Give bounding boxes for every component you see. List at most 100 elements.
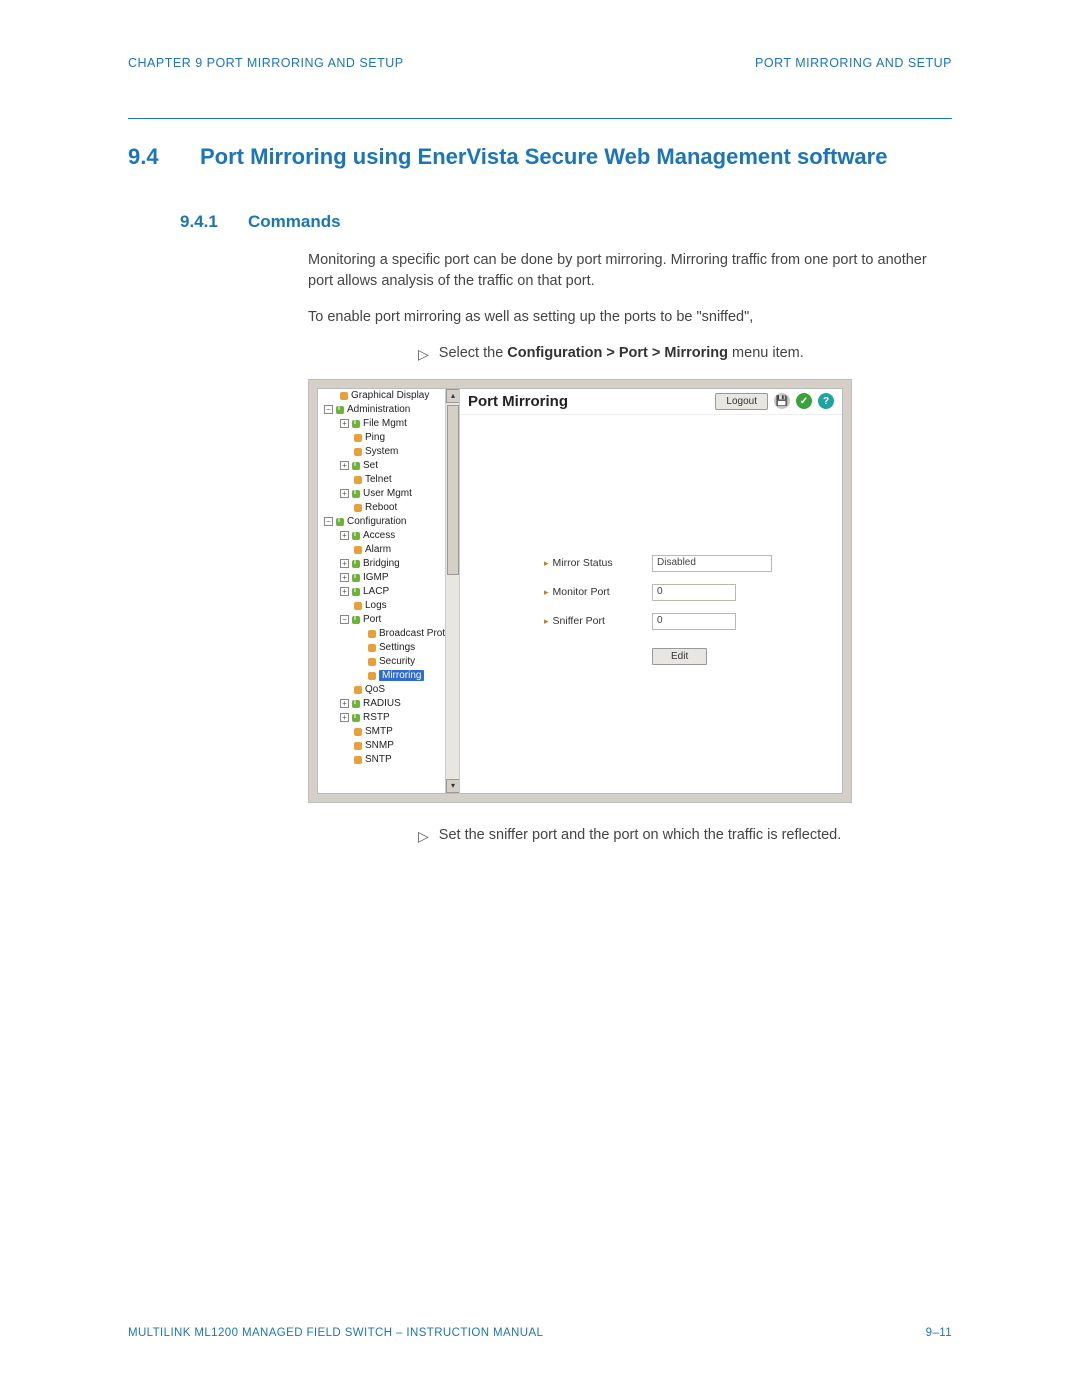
tree-item-label: Logs [365,600,387,611]
logout-button[interactable]: Logout [715,393,768,410]
tree-item-label: QoS [365,684,385,695]
header-right: PORT MIRRORING AND SETUP [755,56,952,70]
expand-icon[interactable]: + [340,573,349,582]
screenshot-panel: Graphical Display −Administration+File Mg… [308,379,852,803]
footer-right: 9–11 [926,1327,952,1339]
instr1-post: menu item. [728,345,804,361]
subsection-title: Commands [248,212,341,232]
info-icon [352,714,360,722]
tree-item[interactable]: Telnet [318,473,459,487]
tree-item-label: Access [363,530,395,541]
tree-item-label: Graphical Display [351,390,429,401]
info-icon [352,462,360,470]
tree-item[interactable]: −Administration [318,403,459,417]
arrow-icon [368,672,376,680]
tree-item-label: Set [363,460,378,471]
arrow-icon [368,644,376,652]
tree-item[interactable]: + IGMP [318,571,459,585]
tree-item[interactable]: + Access [318,529,459,543]
tree-item[interactable]: Broadcast Protect [318,627,459,641]
expand-icon[interactable]: + [340,587,349,596]
label-sniffer-port: Sniffer Port [553,615,605,627]
tree-item[interactable]: Ping [318,431,459,445]
tree-item[interactable]: Mirroring [318,669,459,683]
collapse-icon[interactable]: − [324,405,333,414]
tree-item[interactable]: SMTP [318,725,459,739]
instr1-pre: Select the [439,345,508,361]
mirroring-form: ▸Mirror Status Disabled ▸Monitor Port 0 … [544,555,772,665]
tree-item-label: Reboot [365,502,397,513]
info-icon [352,490,360,498]
nav-tree[interactable]: Graphical Display −Administration+File Mg… [318,389,460,793]
expand-icon[interactable]: + [340,489,349,498]
section-number: 9.4 [128,143,180,172]
scroll-up-icon[interactable]: ▴ [446,389,460,403]
collapse-icon[interactable]: − [340,615,349,624]
arrow-icon [354,756,362,764]
tree-item[interactable]: SNMP [318,739,459,753]
tree-item[interactable]: System [318,445,459,459]
tree-item-label: Security [379,656,415,667]
scroll-thumb[interactable] [447,405,459,575]
arrow-icon [354,546,362,554]
section-title: Port Mirroring using EnerVista Secure We… [200,143,887,172]
field-bullet-icon: ▸ [544,587,549,598]
section-heading: 9.4 Port Mirroring using EnerVista Secur… [128,143,952,172]
tree-item-label: IGMP [363,572,389,583]
arrow-icon [368,630,376,638]
tree-item[interactable]: +Bridging [318,557,459,571]
info-icon [336,518,344,526]
expand-icon[interactable]: + [340,713,349,722]
tree-item[interactable]: +File Mgmt [318,417,459,431]
value-sniffer-port[interactable]: 0 [652,613,736,630]
info-icon [352,588,360,596]
tree-item[interactable]: QoS [318,683,459,697]
info-icon [352,616,360,624]
expand-icon[interactable]: + [340,559,349,568]
tree-item[interactable]: Logs [318,599,459,613]
arrow-icon [354,476,362,484]
tree-item[interactable]: + User Mgmt [318,487,459,501]
tree-item[interactable]: −Port [318,613,459,627]
tree-item[interactable]: + LACP [318,585,459,599]
subsection-number: 9.4.1 [180,212,230,232]
expand-icon[interactable]: + [340,531,349,540]
tree-scrollbar[interactable]: ▴ ▾ [445,389,459,793]
tree-item-label: Ping [365,432,385,443]
tree-item-label: User Mgmt [363,488,412,499]
tree-item[interactable]: Graphical Display [318,389,459,403]
tree-item-label: SNTP [365,754,392,765]
tree-item[interactable]: +RADIUS [318,697,459,711]
value-mirror-status[interactable]: Disabled [652,555,772,572]
triangle-icon: ▷ [418,344,429,365]
tree-item[interactable]: Security [318,655,459,669]
arrow-icon [354,602,362,610]
arrow-icon [354,434,362,442]
edit-button[interactable]: Edit [652,648,707,665]
save-icon[interactable]: 💾 [774,393,790,409]
help-icon[interactable]: ? [818,393,834,409]
tree-item[interactable]: −Configuration [318,515,459,529]
tree-item-label: LACP [363,586,389,597]
scroll-down-icon[interactable]: ▾ [446,779,460,793]
tree-item[interactable]: Settings [318,641,459,655]
panel-title: Port Mirroring [468,393,568,410]
tree-item[interactable]: +RSTP [318,711,459,725]
expand-icon[interactable]: + [340,419,349,428]
tree-item-label: Alarm [365,544,391,555]
instruction-1-text: Select the Configuration > Port > Mirror… [439,343,804,365]
footer-left: MULTILINK ML1200 MANAGED FIELD SWITCH – … [128,1327,543,1339]
tree-item[interactable]: Alarm [318,543,459,557]
field-bullet-icon: ▸ [544,616,549,627]
expand-icon[interactable]: + [340,461,349,470]
label-mirror-status: Mirror Status [553,557,613,569]
tree-item[interactable]: SNTP [318,753,459,767]
collapse-icon[interactable]: − [324,517,333,526]
value-monitor-port[interactable]: 0 [652,584,736,601]
expand-icon[interactable]: + [340,699,349,708]
info-icon [352,532,360,540]
info-icon [352,700,360,708]
tree-item[interactable]: Reboot [318,501,459,515]
tree-item[interactable]: + Set [318,459,459,473]
refresh-icon[interactable]: ✓ [796,393,812,409]
